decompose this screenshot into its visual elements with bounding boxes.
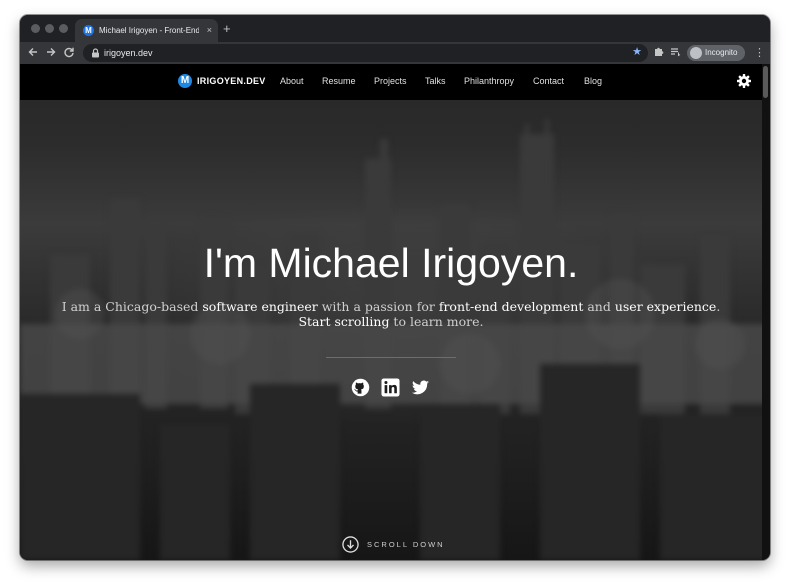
tab-strip: M Michael Irigoyen - Front-End S × + [20, 15, 770, 42]
tab-close-icon[interactable]: × [207, 24, 212, 37]
page-viewport: M IRIGOYEN.DEV About Resume Projects Tal… [20, 64, 770, 560]
scroll-down-label: SCROLL DOWN [367, 540, 445, 549]
scrollbar-thumb[interactable] [763, 66, 768, 98]
nav-link-blog[interactable]: Blog [584, 75, 602, 88]
nav-link-talks[interactable]: Talks [425, 75, 446, 88]
intro-emphasis: front-end development [438, 299, 584, 314]
reload-icon[interactable] [62, 46, 76, 60]
bookmark-star-icon[interactable]: ★ [632, 45, 642, 60]
nav-link-projects[interactable]: Projects [374, 75, 407, 88]
nav-link-resume[interactable]: Resume [322, 75, 356, 88]
incognito-profile-button[interactable]: Incognito [687, 45, 745, 61]
intro-emphasis: user experience [614, 299, 717, 314]
lock-icon [92, 48, 99, 58]
scroll-down-button[interactable]: SCROLL DOWN [342, 536, 472, 554]
site-navbar: M IRIGOYEN.DEV About Resume Projects Tal… [20, 64, 762, 100]
linkedin-icon[interactable] [381, 378, 400, 397]
forward-arrow-icon[interactable] [44, 46, 58, 60]
twitter-icon[interactable] [411, 378, 430, 397]
address-bar[interactable]: irigoyen.dev ★ [83, 44, 648, 62]
nav-link-contact[interactable]: Contact [533, 75, 564, 88]
tab-title: Michael Irigoyen - Front-End S [99, 26, 199, 35]
brand-logo[interactable]: M [178, 74, 192, 88]
tab-favicon: M [83, 25, 94, 36]
browser-window: M Michael Irigoyen - Front-End S × + iri… [20, 15, 770, 560]
minimize-window-button[interactable] [45, 24, 54, 33]
incognito-avatar-icon [690, 47, 702, 59]
url-text: irigoyen.dev [104, 48, 153, 58]
brand-name-link[interactable]: IRIGOYEN.DEV [197, 75, 266, 88]
new-tab-button[interactable]: + [223, 22, 231, 35]
back-arrow-icon[interactable] [26, 46, 40, 60]
arrow-down-circle-icon [342, 536, 359, 553]
github-icon[interactable] [351, 378, 370, 397]
nav-link-about[interactable]: About [280, 75, 304, 88]
incognito-label: Incognito [705, 48, 738, 57]
hero-intro: I am a Chicago-based software engineer w… [61, 299, 721, 329]
maximize-window-button[interactable] [59, 24, 68, 33]
close-window-button[interactable] [31, 24, 40, 33]
nav-link-philanthropy[interactable]: Philanthropy [464, 75, 514, 88]
gear-icon[interactable] [736, 73, 752, 89]
reading-list-icon[interactable] [668, 46, 682, 60]
browser-menu-icon[interactable]: ⋮ [754, 46, 765, 60]
hero-divider [326, 357, 456, 358]
extensions-puzzle-icon[interactable] [651, 46, 665, 60]
hero-headline: I'm Michael Irigoyen. [203, 240, 579, 286]
browser-tab-active[interactable]: M Michael Irigoyen - Front-End S × [75, 19, 218, 42]
page-scrollbar[interactable] [762, 64, 770, 560]
intro-emphasis: software engineer [202, 299, 318, 314]
browser-toolbar: irigoyen.dev ★ Incognito ⋮ [20, 42, 770, 64]
intro-emphasis: Start scrolling [298, 314, 390, 329]
